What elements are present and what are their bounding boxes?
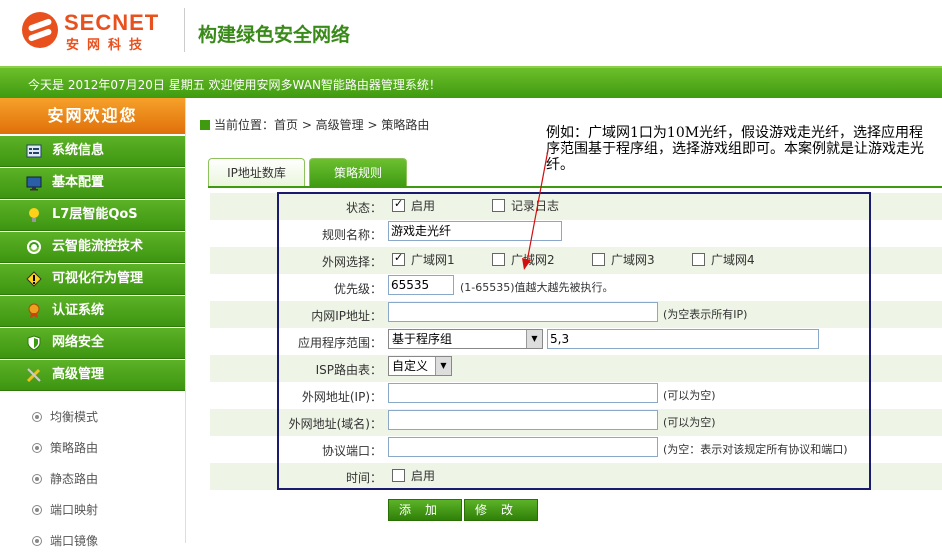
sidebar-item-label: 云智能流控技术	[52, 239, 144, 254]
sub-item-port-mapping[interactable]: 端口映射	[0, 495, 185, 525]
header-divider	[184, 8, 185, 52]
sidebar-item-advanced-mgmt[interactable]: 高级管理	[0, 360, 185, 391]
sidebar-item-cloud-flow[interactable]: 云智能流控技术	[0, 232, 185, 263]
sidebar-item-label: L7层智能QoS	[52, 207, 138, 222]
sidebar-item-label: 系统信息	[52, 143, 105, 158]
sidebar-item-label: 认证系统	[52, 303, 105, 318]
header: SECNET 安网科技 构建绿色安全网络	[0, 0, 942, 66]
tab-policy-rules[interactable]: 策略规则	[309, 158, 407, 187]
sidebar-item-network-security[interactable]: 网络安全	[0, 328, 185, 359]
sidebar-item-basic-config[interactable]: 基本配置	[0, 168, 185, 199]
warning-icon	[26, 271, 42, 287]
sub-item-label: 均衡模式	[50, 410, 99, 424]
sub-item-label: 策略路由	[50, 441, 99, 455]
logo-mark-icon	[22, 12, 58, 48]
highlight-frame	[277, 192, 871, 490]
slogan: 构建绿色安全网络	[198, 24, 351, 46]
sub-item-port-mirror[interactable]: 端口镜像	[0, 526, 185, 556]
logo: SECNET 安网科技	[22, 10, 182, 54]
sidebar-item-label: 高级管理	[52, 367, 105, 382]
recycle-icon	[27, 240, 41, 254]
logo-cn: 安网科技	[66, 38, 151, 53]
sidebar-item-l7-qos[interactable]: L7层智能QoS	[0, 200, 185, 231]
chart-icon	[26, 144, 42, 158]
sidebar-item-label: 基本配置	[52, 175, 105, 190]
location-icon	[200, 120, 210, 130]
tab-underline	[208, 186, 942, 188]
sub-item-label: 静态路由	[50, 472, 99, 486]
monitor-icon	[26, 176, 42, 191]
sub-item-policy-route[interactable]: 策略路由	[0, 433, 185, 463]
breadcrumb-text: 当前位置：首页 > 高级管理 > 策略路由	[214, 118, 430, 132]
sidebar-item-label: 可视化行为管理	[52, 271, 144, 286]
bullet-icon	[32, 505, 42, 515]
logo-en: SECNET	[64, 10, 160, 35]
bulb-icon	[29, 208, 39, 222]
sidebar-item-label: 网络安全	[52, 335, 105, 350]
annotation-text: 例如：广域网1口为10M光纤，假设游戏走光纤，选择应用程序范围基于程序组，选择游…	[546, 125, 924, 173]
sub-item-label: 端口映射	[50, 503, 99, 517]
bullet-icon	[32, 412, 42, 422]
welcome-text: 今天是 2012年07月20日 星期五 欢迎使用安网多WAN智能路由器管理系统！	[28, 78, 441, 92]
sub-item-balance-mode[interactable]: 均衡模式	[0, 402, 185, 432]
sidebar-item-auth-system[interactable]: 认证系统	[0, 296, 185, 327]
sub-item-label: 端口镜像	[50, 534, 99, 548]
tools-icon	[26, 368, 41, 383]
breadcrumb: 当前位置：首页 > 高级管理 > 策略路由	[200, 116, 429, 133]
sub-item-static-route[interactable]: 静态路由	[0, 464, 185, 494]
sidebar-header: 安网欢迎您	[0, 98, 185, 134]
add-button[interactable]: 添加	[388, 499, 462, 521]
shield-icon	[27, 335, 41, 351]
sidebar: 安网欢迎您 系统信息 基本配置 L7层智能QoS 云智能流控技术 可视化行为管理…	[0, 98, 186, 548]
bullet-icon	[32, 474, 42, 484]
medal-icon	[28, 303, 40, 318]
bullet-icon	[32, 536, 42, 546]
sidebar-item-system-info[interactable]: 系统信息	[0, 136, 185, 167]
tab-ip-database[interactable]: IP地址数库	[208, 158, 305, 187]
welcome-bar: 今天是 2012年07月20日 星期五 欢迎使用安网多WAN智能路由器管理系统！	[0, 66, 942, 98]
bullet-icon	[32, 443, 42, 453]
sidebar-item-visual-behavior[interactable]: 可视化行为管理	[0, 264, 185, 295]
modify-button[interactable]: 修改	[464, 499, 538, 521]
